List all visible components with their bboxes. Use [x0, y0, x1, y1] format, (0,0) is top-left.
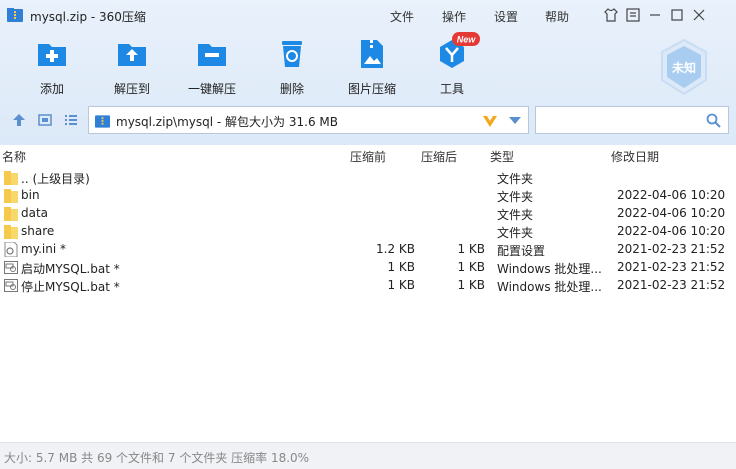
thumbnail-view-icon[interactable]: [37, 112, 53, 128]
file-name: 启动MYSQL.bat *: [21, 262, 120, 276]
close-icon[interactable]: [691, 7, 707, 23]
title-bar: mysql.zip - 360压缩 文件 操作 设置 帮助: [0, 0, 736, 32]
extract-to-button[interactable]: 解压到: [92, 38, 172, 98]
file-date: 2021-02-23 21:52: [617, 242, 726, 256]
file-size-before: 1.2 KB: [376, 242, 415, 256]
menu-help[interactable]: 帮助: [545, 8, 569, 25]
tools-label: 工具: [439, 82, 464, 96]
add-icon: [38, 44, 66, 66]
file-date: 2022-04-06 10:20: [617, 188, 726, 202]
column-name[interactable]: 名称: [2, 148, 26, 165]
file-size-after: 1 KB: [457, 242, 485, 256]
file-type: 文件夹: [497, 190, 534, 204]
zip-file-icon: [95, 115, 110, 128]
extract-to-icon: [118, 44, 146, 66]
file-type: 文件夹: [497, 208, 534, 222]
file-date: 2021-02-23 21:52: [617, 278, 726, 292]
skin-icon[interactable]: [603, 7, 619, 23]
column-compressed[interactable]: 压缩后: [421, 148, 457, 165]
search-input[interactable]: [535, 106, 729, 134]
column-type[interactable]: 类型: [490, 148, 514, 165]
window-title: mysql.zip - 360压缩: [30, 10, 146, 24]
column-modified[interactable]: 修改日期: [611, 148, 659, 165]
file-name: .. (上级目录): [21, 172, 90, 186]
one-click-extract-icon: [198, 44, 226, 66]
svg-text:未知: 未知: [671, 60, 696, 75]
new-badge: New: [452, 32, 480, 46]
file-size-after: 1 KB: [457, 260, 485, 274]
file-date: 2022-04-06 10:20: [617, 224, 726, 238]
file-name: 停止MYSQL.bat *: [21, 280, 120, 294]
one-click-extract-label: 一键解压: [187, 82, 236, 96]
minimize-icon[interactable]: [647, 7, 663, 23]
menu-file[interactable]: 文件: [390, 8, 414, 25]
file-size-before: 1 KB: [387, 260, 415, 274]
file-size-before: 1 KB: [387, 278, 415, 292]
file-row[interactable]: my.ini * 1.2 KB 1 KB 配置设置 2021-02-23 21:52: [0, 241, 736, 259]
image-compress-label: 图片压缩: [347, 82, 396, 96]
file-row[interactable]: 停止MYSQL.bat * 1 KB 1 KB Windows 批处理... 2021-…: [0, 277, 736, 295]
zip-app-icon: [7, 8, 23, 22]
file-row[interactable]: data 文件夹 2022-04-06 10:20: [0, 205, 736, 223]
image-compress-button[interactable]: 图片压缩: [332, 38, 412, 98]
delete-label: 删除: [279, 82, 304, 96]
add-button[interactable]: 添加: [12, 38, 92, 98]
file-name: bin: [21, 188, 40, 202]
menu-operate[interactable]: 操作: [442, 8, 466, 25]
add-label: 添加: [39, 82, 64, 96]
file-name: share: [21, 224, 55, 238]
file-date: 2022-04-06 10:20: [617, 206, 726, 220]
maximize-icon[interactable]: [669, 7, 685, 23]
file-row[interactable]: bin 文件夹 2022-04-06 10:20: [0, 187, 736, 205]
file-name: my.ini *: [21, 242, 66, 256]
file-type: Windows 批处理...: [497, 280, 602, 294]
tools-button[interactable]: 工具: [412, 38, 492, 98]
status-text: 大小: 5.7 MB 共 69 个文件和 7 个文件夹 压缩率 18.0%: [4, 451, 310, 465]
security-status-badge[interactable]: 未知: [658, 38, 710, 96]
list-view-icon[interactable]: [63, 112, 79, 128]
chevron-down-icon[interactable]: [509, 117, 521, 125]
delete-button[interactable]: 删除: [252, 38, 332, 98]
file-type: 文件夹: [497, 172, 534, 186]
svg-text:New: New: [457, 35, 477, 45]
column-header: 名称 压缩前 压缩后 类型 修改日期: [0, 145, 736, 167]
delete-icon: [282, 41, 302, 67]
check-v-icon[interactable]: [482, 114, 498, 128]
file-date: 2021-02-23 21:52: [617, 260, 726, 274]
search-icon[interactable]: [706, 113, 721, 128]
address-path: mysql.zip\mysql - 解包大小为 31.6 MB: [116, 115, 338, 129]
image-compress-icon: [361, 40, 383, 68]
address-bar[interactable]: mysql.zip\mysql - 解包大小为 31.6 MB: [88, 106, 529, 134]
status-bar: 大小: 5.7 MB 共 69 个文件和 7 个文件夹 压缩率 18.0%: [0, 442, 736, 469]
file-type: 配置设置: [497, 244, 546, 258]
menu-settings[interactable]: 设置: [494, 8, 518, 25]
column-packed[interactable]: 压缩前: [350, 148, 386, 165]
up-arrow-icon[interactable]: [11, 112, 27, 128]
file-row[interactable]: .. (上级目录) 文件夹: [0, 169, 736, 187]
extract-to-label: 解压到: [113, 82, 150, 96]
file-row[interactable]: 启动MYSQL.bat * 1 KB 1 KB Windows 批处理... 2021-…: [0, 259, 736, 277]
menu-icon[interactable]: [625, 7, 641, 23]
file-row[interactable]: share 文件夹 2022-04-06 10:20: [0, 223, 736, 241]
file-size-after: 1 KB: [457, 278, 485, 292]
file-name: data: [21, 206, 49, 220]
one-click-extract-button[interactable]: 一键解压: [172, 38, 252, 98]
file-type: 文件夹: [497, 226, 534, 240]
file-type: Windows 批处理...: [497, 262, 602, 276]
